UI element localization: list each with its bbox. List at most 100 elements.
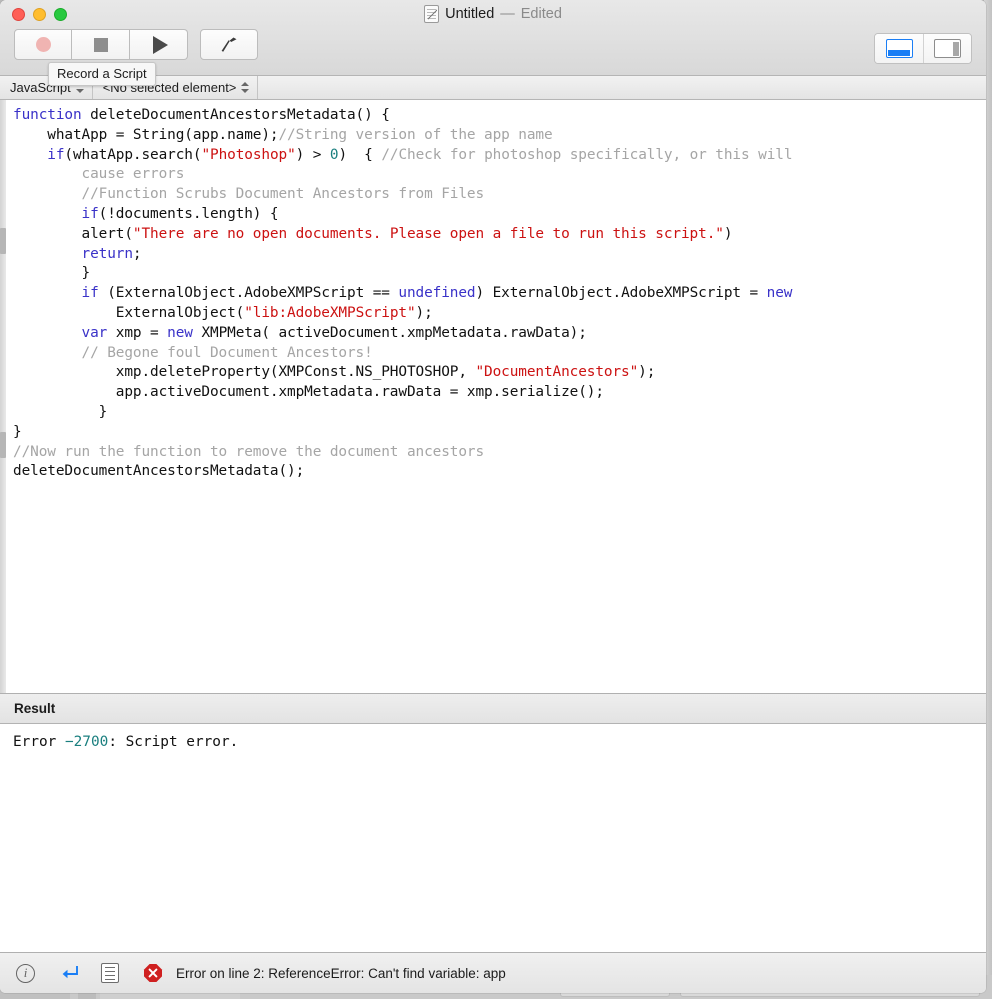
code-token: ); [638, 364, 656, 381]
code-token: ) { [338, 146, 382, 163]
selected-code-line: whatApp = String(app.name);//String vers… [13, 126, 553, 143]
result-output-text: Error −2700: Script error. [0, 724, 986, 953]
chevron-updown-icon [241, 81, 250, 94]
code-line: if(whatApp.search("Photoshop") > 0) { //… [13, 146, 986, 166]
code-line: app.activeDocument.xmpMetadata.rawData =… [13, 383, 986, 403]
code-token: if [81, 205, 99, 222]
description-icon[interactable] [101, 963, 119, 983]
code-token: app.activeDocument.xmpMetadata.rawData =… [13, 384, 604, 401]
result-header-label: Result [14, 701, 56, 716]
record-button[interactable] [14, 29, 72, 60]
window-title: Untitled — Edited [0, 5, 986, 23]
code-token: (!documents.length) { [98, 205, 279, 222]
code-token: return [81, 245, 133, 262]
code-token: //Check for photoshop specifically, or t… [381, 146, 793, 163]
split-grip[interactable] [0, 228, 6, 254]
code-token: (whatApp.search( [64, 146, 202, 163]
code-text[interactable]: function deleteDocumentAncestorsMetadata… [0, 100, 986, 482]
code-token: "lib:AdobeXMPScript" [244, 304, 416, 321]
code-token: } [13, 403, 108, 420]
code-token: //String version of the app name [278, 126, 553, 143]
left-split-strip [0, 100, 6, 693]
code-line: // Begone foul Document Ancestors! [13, 344, 986, 364]
hammer-icon [219, 36, 239, 54]
code-line: ExternalObject("lib:AdobeXMPScript"); [13, 304, 986, 324]
code-line: } [13, 403, 986, 423]
code-token: if [47, 146, 65, 163]
code-token: (ExternalObject.AdobeXMPScript == [98, 285, 399, 302]
code-line: return; [13, 245, 986, 265]
record-icon [35, 37, 51, 52]
toolbar-transport-group [14, 29, 258, 60]
window-titlebar: Untitled — Edited Record a Script [0, 0, 986, 86]
toggle-bottom-panel-button[interactable] [875, 34, 923, 63]
code-token: whatApp = String(app.name); [13, 126, 279, 143]
info-icon[interactable]: i [16, 963, 35, 983]
code-line: xmp.deleteProperty(XMPConst.NS_PHOTOSHOP… [13, 363, 986, 383]
status-bar: i Error on line 2: ReferenceError: Can't… [0, 953, 986, 993]
record-button-tooltip: Record a Script [48, 62, 156, 86]
title-separator: — [500, 6, 515, 22]
code-line: var xmp = new XMPMeta( activeDocument.xm… [13, 324, 986, 344]
code-line: deleteDocumentAncestorsMetadata(); [13, 462, 986, 482]
code-token: deleteDocumentAncestorsMetadata(); [13, 463, 305, 480]
bottom-panel-icon [885, 39, 913, 58]
code-token: // Begone foul Document Ancestors! [81, 344, 373, 361]
code-token: alert( [13, 225, 134, 242]
run-button[interactable] [130, 29, 188, 60]
code-token: var [81, 324, 108, 341]
code-token: ) > [295, 146, 330, 163]
return-arrow-icon[interactable] [57, 963, 81, 983]
status-message: Error on line 2: ReferenceError: Can't f… [176, 965, 506, 981]
code-token: ) [723, 225, 733, 242]
code-token: "DocumentAncestors" [475, 364, 639, 381]
code-token: deleteDocumentAncestorsMetadata() { [81, 107, 390, 123]
code-token: xmp.deleteProperty(XMPConst.NS_PHOTOSHOP… [13, 364, 476, 381]
code-token: //Function Scrubs Document Ancestors fro… [81, 186, 485, 203]
code-token: } [13, 423, 22, 440]
code-token: ) ExternalObject.AdobeXMPScript = [475, 285, 767, 302]
right-panel-icon [934, 39, 961, 58]
code-token: new [766, 285, 793, 302]
compile-button[interactable] [200, 29, 258, 60]
code-line: if (ExternalObject.AdobeXMPScript == und… [13, 284, 986, 304]
code-token: cause errors [81, 166, 185, 183]
code-token: "There are no open documents. Please ope… [132, 225, 724, 242]
code-token: new [167, 324, 193, 341]
code-line: function deleteDocumentAncestorsMetadata… [13, 106, 986, 126]
window-title-text: Untitled [445, 6, 495, 22]
stop-button[interactable] [72, 29, 130, 60]
code-line: cause errors [13, 165, 986, 185]
view-toggle-group [874, 33, 972, 64]
code-token: ; [132, 245, 142, 262]
script-editor-window: Untitled — Edited Record a Script JavaSc… [0, 0, 986, 993]
code-line: //Function Scrubs Document Ancestors fro… [13, 185, 986, 205]
code-token: "Photoshop" [201, 146, 296, 163]
code-line: if(!documents.length) { [13, 205, 986, 225]
code-line: alert("There are no open documents. Plea… [13, 225, 986, 245]
document-icon [424, 5, 440, 23]
code-token: undefined [398, 285, 476, 302]
code-token: if [81, 285, 99, 302]
code-line: whatApp = String(app.name);//String vers… [13, 126, 986, 146]
result-token: Error [13, 734, 65, 750]
window-edited-state: Edited [520, 6, 562, 22]
code-line: } [13, 264, 986, 284]
play-icon [152, 35, 168, 54]
toggle-right-panel-button[interactable] [923, 34, 971, 63]
code-token: ); [415, 304, 433, 321]
split-grip[interactable] [0, 432, 6, 458]
error-badge-icon [143, 963, 163, 983]
code-token: xmp = [107, 324, 168, 341]
code-token: //Now run the function to remove the doc… [13, 443, 485, 460]
script-editor-pane[interactable]: function deleteDocumentAncestorsMetadata… [0, 100, 986, 694]
code-line: } [13, 423, 986, 443]
code-token: XMPMeta( activeDocument.xmpMetadata.rawD… [192, 324, 587, 341]
